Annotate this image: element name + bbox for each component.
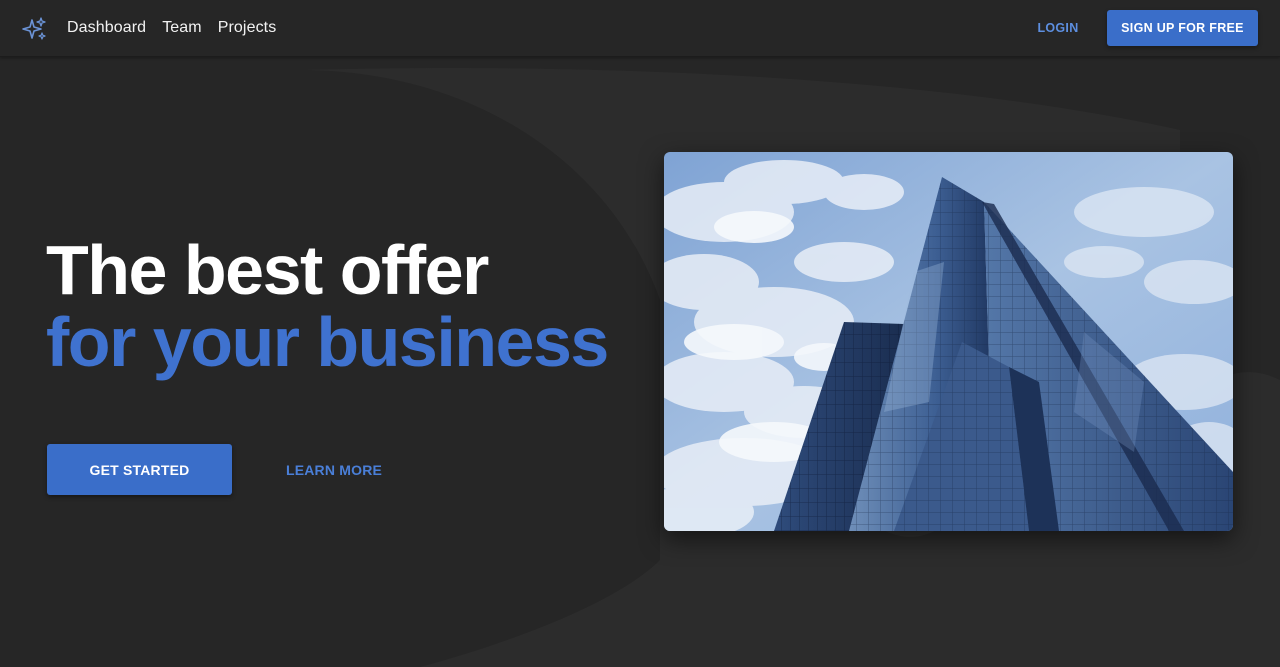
hero-image — [664, 152, 1233, 531]
login-button[interactable]: LOGIN — [1020, 10, 1096, 46]
main-nav: Dashboard Team Projects — [67, 0, 276, 56]
top-navbar: Dashboard Team Projects LOGIN SIGN UP FO… — [0, 0, 1280, 57]
skyscraper-photo-icon — [664, 152, 1233, 531]
hero-title-line2: for your business — [46, 303, 609, 381]
sparkles-icon[interactable] — [22, 16, 48, 42]
landing-page: Dashboard Team Projects LOGIN SIGN UP FO… — [0, 0, 1280, 667]
learn-more-button[interactable]: LEARN MORE — [277, 444, 391, 495]
signup-button[interactable]: SIGN UP FOR FREE — [1107, 10, 1258, 46]
nav-link-team[interactable]: Team — [162, 19, 202, 37]
nav-link-projects[interactable]: Projects — [218, 19, 277, 37]
nav-link-dashboard[interactable]: Dashboard — [67, 19, 146, 37]
get-started-button[interactable]: GET STARTED — [47, 444, 232, 495]
hero-title-line1: The best offer — [46, 231, 489, 309]
